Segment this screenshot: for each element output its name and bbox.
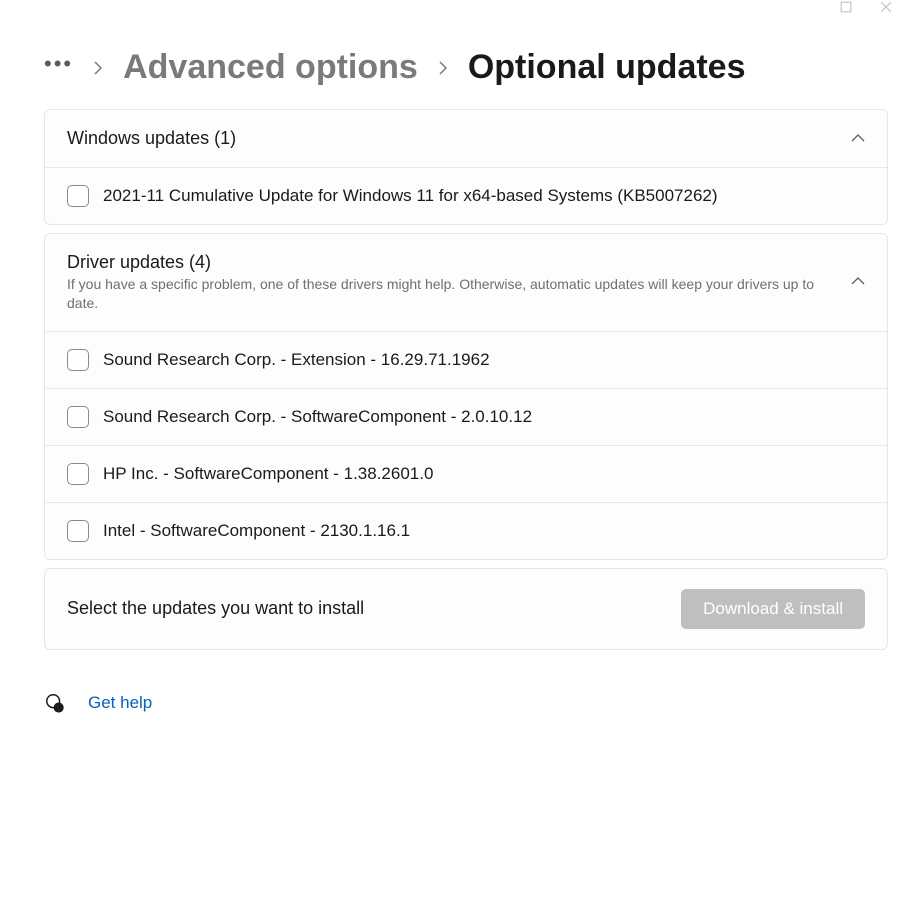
chevron-right-icon	[91, 61, 105, 75]
update-label: HP Inc. - SoftwareComponent - 1.38.2601.…	[103, 464, 433, 484]
close-icon[interactable]	[880, 0, 892, 18]
page-title: Optional updates	[468, 48, 746, 87]
update-item[interactable]: Sound Research Corp. - Extension - 16.29…	[45, 331, 887, 388]
windows-updates-toggle[interactable]: Windows updates (1)	[45, 110, 887, 167]
update-label: Sound Research Corp. - SoftwareComponent…	[103, 407, 532, 427]
update-item[interactable]: Sound Research Corp. - SoftwareComponent…	[45, 388, 887, 445]
update-item[interactable]: Intel - SoftwareComponent - 2130.1.16.1	[45, 502, 887, 559]
action-bar: Select the updates you want to install D…	[44, 568, 888, 650]
checkbox[interactable]	[67, 406, 89, 428]
update-label: Sound Research Corp. - Extension - 16.29…	[103, 350, 490, 370]
download-install-button[interactable]: Download & install	[681, 589, 865, 629]
action-prompt: Select the updates you want to install	[67, 598, 681, 619]
chevron-up-icon	[851, 130, 865, 148]
update-item[interactable]: 2021-11 Cumulative Update for Windows 11…	[45, 167, 887, 224]
svg-text:?: ?	[57, 703, 60, 712]
checkbox[interactable]	[67, 185, 89, 207]
section-title: Windows updates (1)	[67, 128, 851, 149]
get-help-link[interactable]: Get help	[88, 693, 152, 713]
driver-updates-toggle[interactable]: Driver updates (4) If you have a specifi…	[45, 234, 887, 331]
breadcrumb-more-button[interactable]: •••	[44, 53, 73, 83]
section-subtitle: If you have a specific problem, one of t…	[67, 275, 851, 313]
checkbox[interactable]	[67, 349, 89, 371]
maximize-icon[interactable]	[840, 0, 852, 18]
update-label: 2021-11 Cumulative Update for Windows 11…	[103, 186, 718, 206]
update-label: Intel - SoftwareComponent - 2130.1.16.1	[103, 521, 410, 541]
help-icon: ?	[44, 692, 66, 714]
section-title: Driver updates (4)	[67, 252, 851, 273]
checkbox[interactable]	[67, 520, 89, 542]
breadcrumb: ••• Advanced options Optional updates	[44, 48, 888, 87]
checkbox[interactable]	[67, 463, 89, 485]
breadcrumb-advanced-options[interactable]: Advanced options	[123, 48, 418, 87]
update-item[interactable]: HP Inc. - SoftwareComponent - 1.38.2601.…	[45, 445, 887, 502]
chevron-right-icon	[436, 61, 450, 75]
driver-updates-section: Driver updates (4) If you have a specifi…	[44, 233, 888, 560]
chevron-up-icon	[851, 273, 865, 291]
windows-updates-section: Windows updates (1) 2021-11 Cumulative U…	[44, 109, 888, 225]
